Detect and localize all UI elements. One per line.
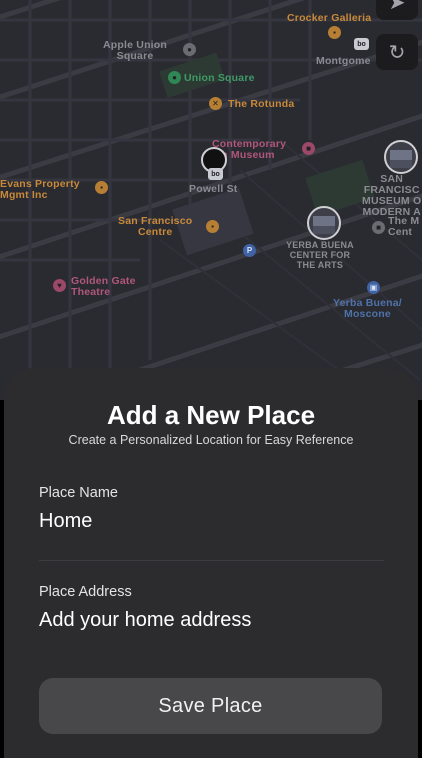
map-label-line: CENTER FOR [289,250,351,260]
transit-icon: bo [208,168,223,180]
map-label-line: Theatre [71,286,111,298]
map-label-powell-st: Powell St [189,183,238,195]
divider [39,560,384,561]
bag-icon: ▪ [206,220,219,233]
map-view[interactable]: ➤ ↻ Crocker Galleria ▪ Apple Union Squar… [0,0,422,400]
map-label-apple-union-square: Apple Union Square [103,40,167,62]
apple-icon: ● [183,43,196,56]
map-label-line: THE ARTS [296,260,344,270]
restaurant-icon: ✕ [209,97,222,110]
map-label-yerba-buena-center: YERBA BUENA CENTER FOR THE ARTS [286,240,354,270]
museum-icon: ■ [302,142,315,155]
parking-icon: P [243,244,256,257]
map-label-sf-museum: SAN FRANCISC MUSEUM O MODERN A [362,174,421,218]
refresh-icon[interactable]: ↻ [376,34,418,70]
place-address-label: Place Address [39,584,132,600]
map-label-line: Square [116,50,154,62]
sheet-subtitle: Create a Personalized Location for Easy … [68,433,354,447]
map-label-the-rotunda: The Rotunda [228,98,295,110]
place-address-input[interactable] [39,609,379,632]
transit-icon: bo [354,38,369,50]
bag-icon: ▪ [328,26,341,39]
map-label-crocker-galleria: Crocker Galleria [287,12,372,24]
map-label-line: Moscone [344,308,391,320]
save-place-button[interactable]: Save Place [39,678,382,734]
map-label-line: YERBA BUENA [286,240,354,250]
map-label-golden-gate-theatre: Golden Gate Theatre [71,276,136,298]
train-icon: ▣ [367,281,380,294]
museum-icon: ■ [372,221,385,234]
map-label-sf-centre: San Francisco Centre [118,216,192,238]
park-icon: ● [168,71,181,84]
map-label-line: Centre [137,226,173,238]
add-place-sheet: Add a New Place Create a Personalized Lo… [4,368,418,758]
map-label-the-mo: The M Cent [388,216,419,238]
map-label-line: Cent [388,226,413,238]
map-label-union-square: Union Square [184,72,255,84]
map-label-line: Mgmt Inc [0,189,48,201]
navigation-arrow-icon[interactable]: ➤ [376,0,418,20]
map-label-yerba-buena-moscone: Yerba Buena/ Moscone [333,298,402,320]
place-name-label: Place Name [39,485,118,501]
map-label-montgomery: Montgome [316,55,371,67]
sf-museum-photo [384,140,418,174]
theater-icon: ♥ [53,279,66,292]
map-label-evans-property: Evans Property Mgmt Inc [0,179,80,201]
yerba-buena-photo [307,206,341,240]
bag-icon: ▪ [95,181,108,194]
place-name-input[interactable] [39,510,379,533]
sheet-title: Add a New Place [106,400,316,430]
